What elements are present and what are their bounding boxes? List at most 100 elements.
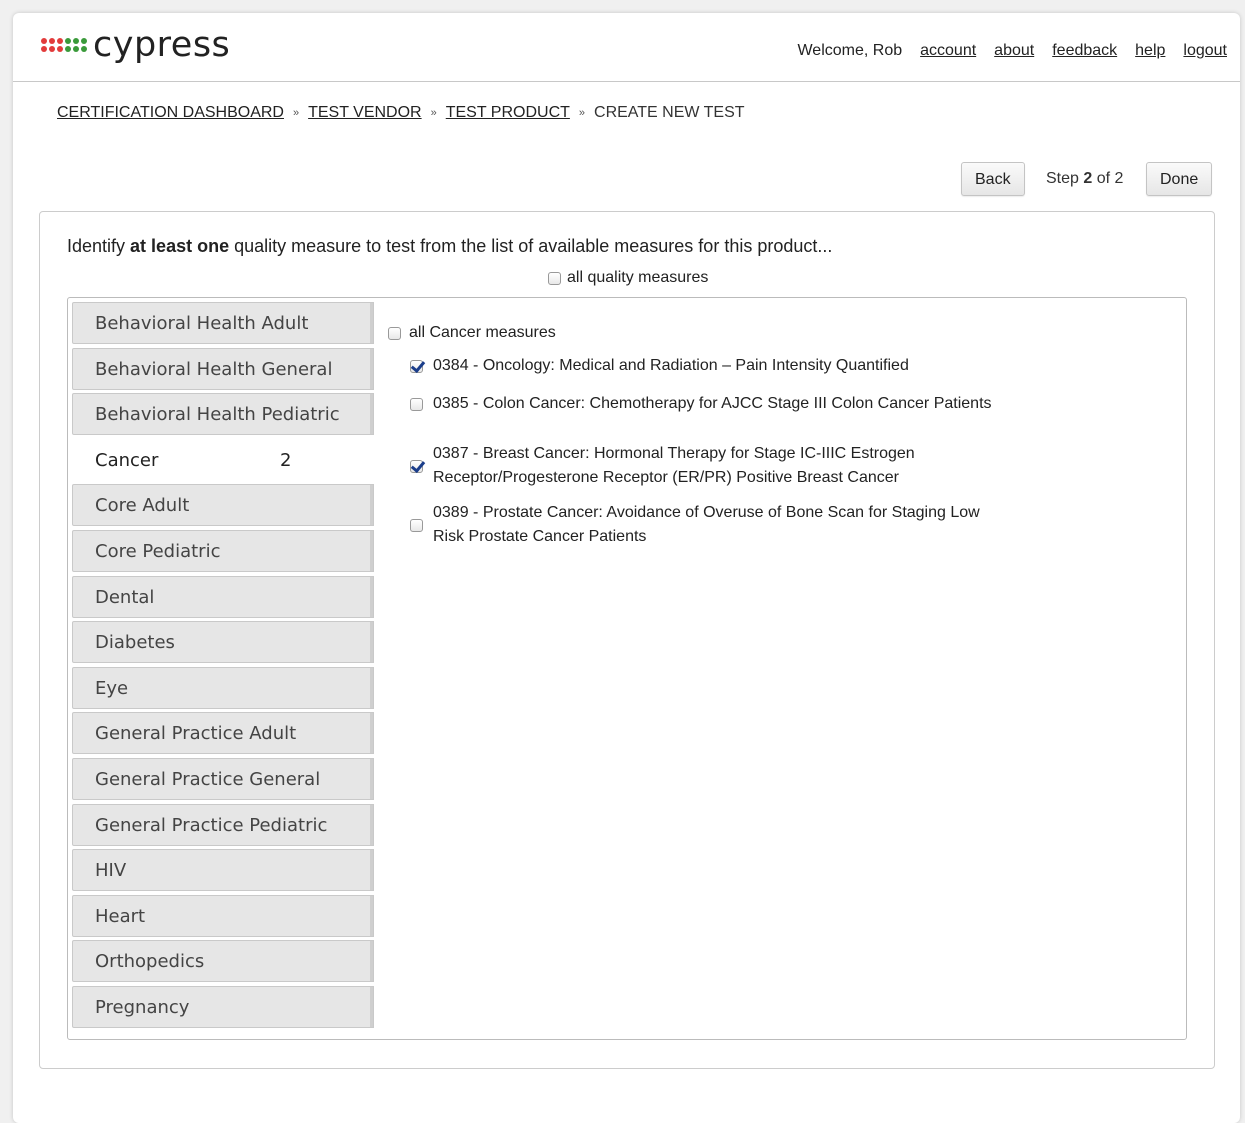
category-tab[interactable]: Core Adult [72,484,374,527]
logo-dot [73,46,79,52]
logo-dot [81,46,87,52]
measure-browser: Behavioral Health Adult Behavioral Health… [67,297,1187,1040]
account-link[interactable]: account [920,42,976,60]
back-button[interactable]: Back [961,162,1025,196]
measure-checkbox-row[interactable]: 0384 - Oncology: Medical and Radiation –… [410,354,1050,378]
all-category-measures-checkbox[interactable]: all Cancer measures [388,324,1068,342]
category-label: Core Pediatric [95,540,221,562]
category-tab[interactable]: HIV [72,849,374,892]
measure-label: 0387 - Breast Cancer: Hormonal Therapy f… [433,442,915,490]
top-header: cypress Welcome, Rob account about feedb… [13,13,1240,82]
logo-dot [57,38,63,44]
category-label: Eye [95,677,129,699]
category-label: Dental [95,586,155,608]
category-tab[interactable]: Eye [72,666,374,709]
breadcrumb-current: CREATE NEW TEST [594,104,745,121]
logo-dot [81,38,87,44]
measure-checkbox-row[interactable]: 0387 - Breast Cancer: Hormonal Therapy f… [410,442,1050,490]
breadcrumb: CERTIFICATION DASHBOARD » TEST VENDOR » TEST… [57,104,745,122]
category-list: Behavioral Health Adult Behavioral Health… [72,302,374,1032]
category-label: Behavioral Health Adult [95,313,309,334]
all-category-measures-label: all Cancer measures [409,324,556,341]
measure-checkbox-row[interactable]: 0385 - Colon Cancer: Chemotherapy for AJ… [410,392,1050,416]
measure-label: 0384 - Oncology: Medical and Radiation –… [433,354,909,378]
page: cypress Welcome, Rob account about feedb… [13,13,1240,1123]
logo-dots-icon [41,38,87,52]
category-label: Orthopedics [95,951,205,973]
logo-dot [65,38,71,44]
category-selected-count: 2 [280,449,292,471]
checked-checkbox-icon[interactable] [410,359,423,373]
measure-label-line: Receptor/Progesterone Receptor (ER/PR) P… [433,469,899,486]
cypress-logo[interactable]: cypress [41,27,230,63]
category-label: Heart [95,905,146,927]
category-tab[interactable]: Orthopedics [72,940,374,983]
breadcrumb-test-vendor[interactable]: TEST VENDOR [308,104,422,121]
category-label: Behavioral Health Pediatric [95,404,340,426]
category-tab[interactable]: Diabetes [72,621,374,664]
feedback-link[interactable]: feedback [1052,42,1117,60]
measure-label-line: 0387 - Breast Cancer: Hormonal Therapy f… [433,445,915,462]
measure-label-line: 0384 - Oncology: Medical and Radiation –… [433,357,909,374]
checkbox-icon[interactable] [410,397,423,411]
category-tab[interactable]: General Practice Adult [72,712,374,755]
logo-dot [41,38,47,44]
category-label: Cancer [95,449,159,471]
category-label: HIV [95,860,127,882]
logo-text: cypress [93,25,231,65]
category-tab[interactable]: Pregnancy [72,985,374,1028]
checked-checkbox-icon[interactable] [410,459,423,473]
category-label: Behavioral Health General [95,358,333,380]
measure-label: 0389 - Prostate Cancer: Avoidance of Ove… [433,501,980,549]
logo-dot [65,46,71,52]
logo-dot [49,46,55,52]
measure-label-line: Risk Prostate Cancer Patients [433,528,647,545]
measure-checkbox-row[interactable]: 0389 - Prostate Cancer: Avoidance of Ove… [410,501,1050,549]
checkbox-icon[interactable] [548,271,561,285]
category-tab[interactable]: Core Pediatric [72,529,374,572]
done-button[interactable]: Done [1146,162,1213,196]
category-tab[interactable]: Cancer 2 [72,438,374,481]
measure-label-line: 0385 - Colon Cancer: Chemotherapy for AJ… [433,395,992,412]
category-label: Diabetes [95,632,175,654]
logo-dot [41,46,47,52]
logo-dot [57,46,63,52]
category-label: General Practice General [95,768,321,790]
category-tab[interactable]: General Practice General [72,757,374,800]
breadcrumb-separator: » [578,107,586,119]
measure-label: 0385 - Colon Cancer: Chemotherapy for AJ… [433,392,992,416]
top-nav: Welcome, Rob account about feedback help… [797,42,1227,60]
breadcrumb-separator: » [430,107,437,119]
all-quality-measures-label: all quality measures [567,269,709,286]
welcome-text: Welcome, Rob [797,42,903,59]
instruction-bold: at least one [130,236,230,256]
all-quality-measures-checkbox[interactable]: all quality measures [548,269,708,287]
category-label: General Practice Pediatric [95,814,328,836]
category-label: General Practice Adult [95,723,297,745]
category-label: Core Adult [95,495,190,517]
breadcrumb-separator: » [292,107,300,119]
breadcrumb-certification-dashboard[interactable]: CERTIFICATION DASHBOARD [57,104,284,121]
category-tab[interactable]: General Practice Pediatric [72,803,374,846]
category-label: Pregnancy [95,996,190,1018]
logo-dot [73,38,79,44]
instruction-pre: Identify [67,236,131,256]
logo-dot [49,38,55,44]
breadcrumb-test-product[interactable]: TEST PRODUCT [446,104,570,121]
category-tab[interactable]: Behavioral Health Pediatric [72,393,374,436]
step-current: 2 [1083,170,1093,187]
instruction-post: quality measure to test from the list of… [229,236,833,256]
about-link[interactable]: about [994,42,1034,60]
logout-link[interactable]: logout [1183,42,1227,60]
category-tab[interactable]: Behavioral Health Adult [72,302,374,344]
category-tab[interactable]: Heart [72,894,374,937]
step-prefix: Step [1046,170,1079,187]
step-suffix: of 2 [1096,170,1124,187]
category-tab[interactable]: Dental [72,575,374,618]
step-indicator: Step 2 of 2 [1046,170,1123,188]
checkbox-icon[interactable] [410,518,423,532]
category-tab[interactable]: Behavioral Health General [72,347,374,390]
instructions-text: Identify at least one quality measure to… [67,236,832,257]
checkbox-icon[interactable] [388,326,401,340]
help-link[interactable]: help [1135,42,1165,60]
